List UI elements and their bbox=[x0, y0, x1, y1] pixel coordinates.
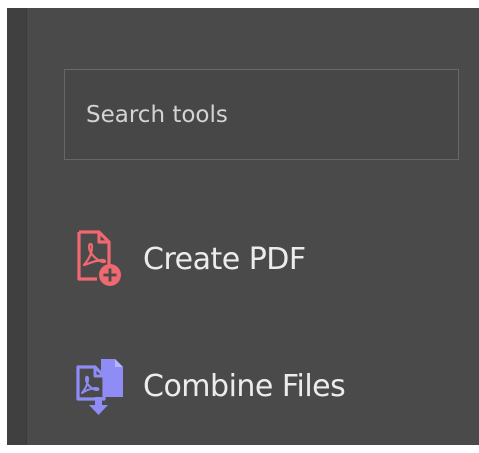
left-rail bbox=[7, 8, 27, 445]
tools-panel: Create PDF Combine Files bbox=[27, 8, 479, 445]
create-pdf-icon bbox=[75, 228, 127, 290]
search-box[interactable] bbox=[64, 69, 459, 160]
tool-label-combine-files: Combine Files bbox=[143, 368, 346, 404]
tools-pane: Create PDF Combine Files bbox=[7, 8, 479, 445]
tool-label-create-pdf: Create PDF bbox=[143, 241, 306, 277]
tool-item-combine-files[interactable]: Combine Files bbox=[75, 350, 346, 422]
combine-files-icon bbox=[75, 355, 127, 417]
search-input[interactable] bbox=[86, 101, 458, 128]
tool-item-create-pdf[interactable]: Create PDF bbox=[75, 223, 306, 295]
